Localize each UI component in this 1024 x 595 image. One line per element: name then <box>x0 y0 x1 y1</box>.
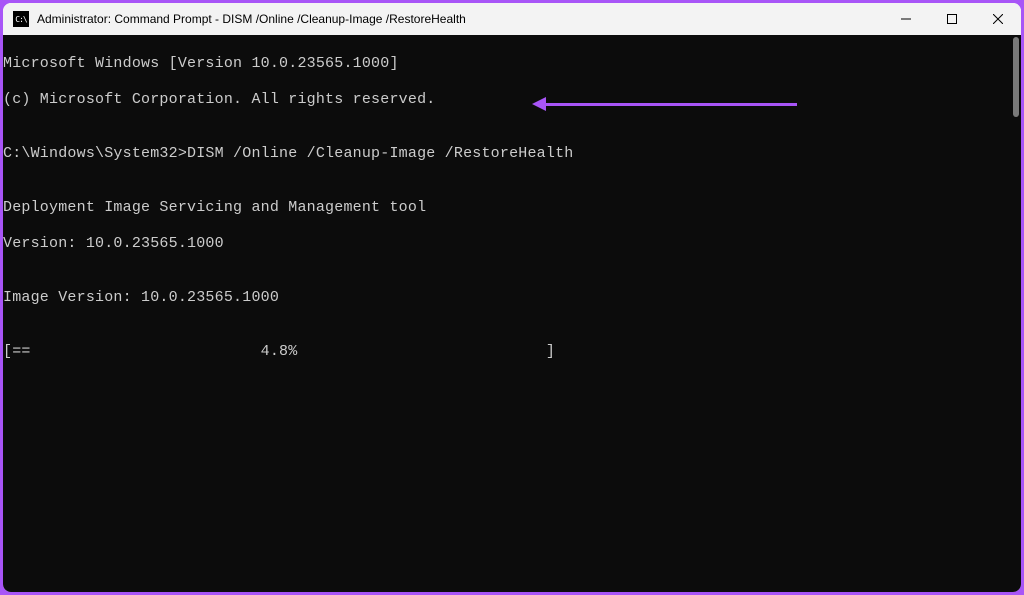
window-controls <box>883 3 1021 35</box>
console-line: Microsoft Windows [Version 10.0.23565.10… <box>3 55 1021 73</box>
console-area[interactable]: Microsoft Windows [Version 10.0.23565.10… <box>3 35 1021 592</box>
window-title: Administrator: Command Prompt - DISM /On… <box>37 12 883 26</box>
command-prompt-window: C:\ Administrator: Command Prompt - DISM… <box>3 3 1021 592</box>
minimize-icon <box>901 14 911 24</box>
console-line: Version: 10.0.23565.1000 <box>3 235 1021 253</box>
console-line: Deployment Image Servicing and Managemen… <box>3 199 1021 217</box>
maximize-icon <box>947 14 957 24</box>
cmd-icon-text: C:\ <box>15 15 26 24</box>
titlebar[interactable]: C:\ Administrator: Command Prompt - DISM… <box>3 3 1021 35</box>
console-progress-line: [== 4.8% ] <box>3 343 1021 361</box>
close-button[interactable] <box>975 3 1021 35</box>
console-line: Image Version: 10.0.23565.1000 <box>3 289 1021 307</box>
close-icon <box>993 14 1003 24</box>
maximize-button[interactable] <box>929 3 975 35</box>
console-output: Microsoft Windows [Version 10.0.23565.10… <box>3 35 1021 397</box>
minimize-button[interactable] <box>883 3 929 35</box>
cmd-icon: C:\ <box>13 11 29 27</box>
console-line: (c) Microsoft Corporation. All rights re… <box>3 91 1021 109</box>
scrollbar-thumb[interactable] <box>1013 37 1019 117</box>
console-prompt-line: C:\Windows\System32>DISM /Online /Cleanu… <box>3 145 1021 163</box>
